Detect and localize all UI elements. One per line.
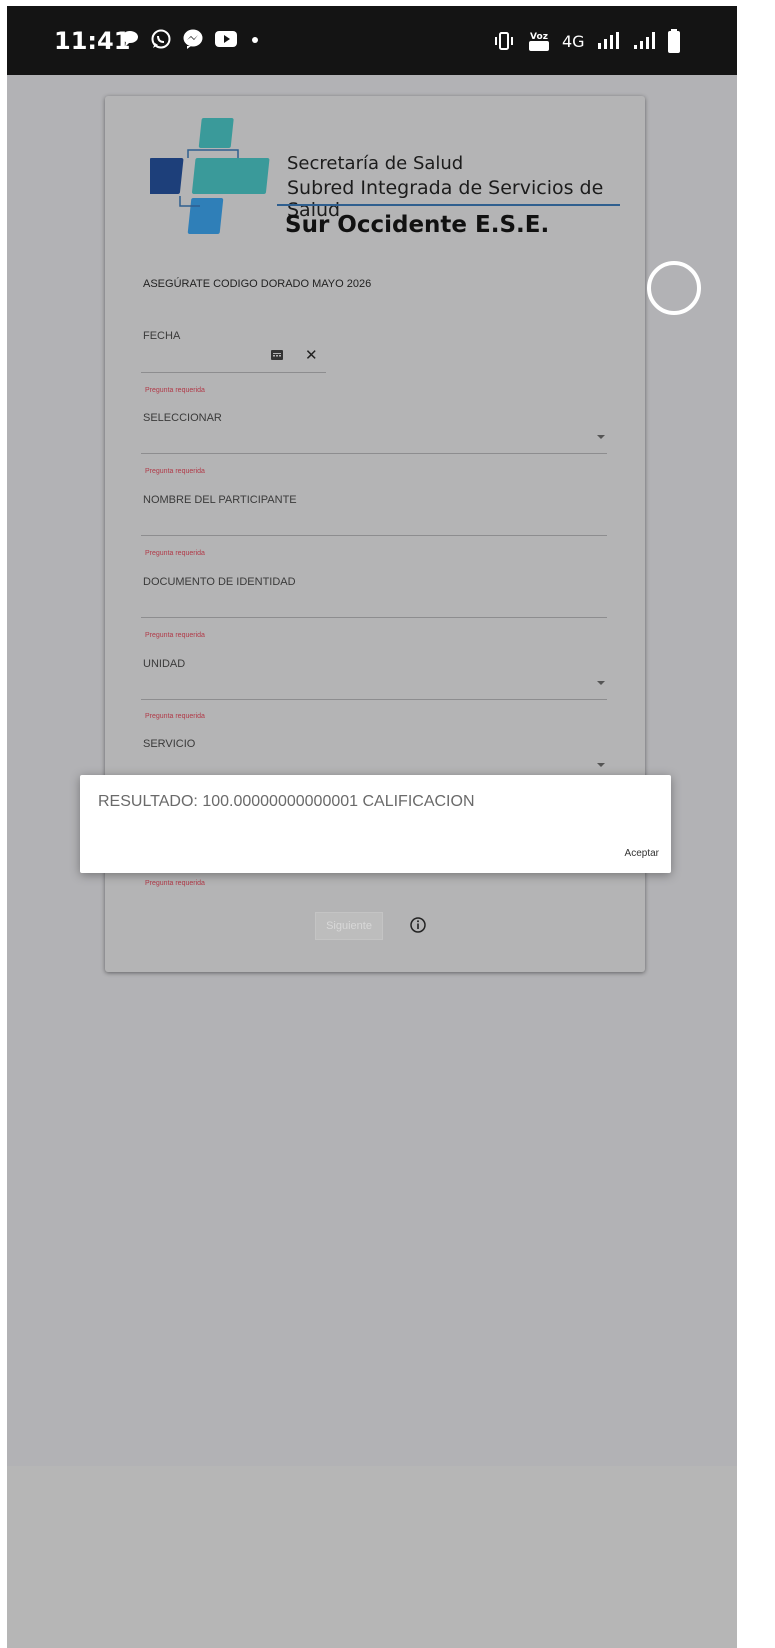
- phone-screen: 11:41 Voz 4G Secretaría de Salud Subred …: [7, 6, 737, 1648]
- floating-touch-button[interactable]: [647, 261, 701, 315]
- chat-bubble-icon: [120, 29, 140, 49]
- chevron-down-icon: [597, 681, 605, 685]
- whatsapp-icon: [150, 28, 172, 50]
- select-seleccionar[interactable]: [141, 453, 607, 454]
- dialog-message: RESULTADO: 100.00000000000001 CALIFICACI…: [98, 793, 475, 810]
- youtube-icon: [214, 29, 238, 49]
- signal-icon: [631, 30, 657, 52]
- result-dialog: RESULTADO: 100.00000000000001 CALIFICACI…: [80, 775, 671, 873]
- select-unidad[interactable]: [141, 699, 607, 700]
- field-label-seleccionar: SELECCIONAR: [143, 412, 222, 424]
- logo-line3: Sur Occidente E.S.E.: [285, 212, 550, 238]
- required-message: Pregunta requerida: [145, 387, 205, 394]
- field-label-nombre: NOMBRE DEL PARTICIPANTE: [143, 494, 297, 506]
- required-message: Pregunta requerida: [145, 550, 205, 557]
- chevron-down-icon: [597, 763, 605, 767]
- required-message: Pregunta requerida: [145, 713, 205, 720]
- network-4g-icon: 4G: [562, 32, 585, 51]
- logo: Secretaría de Salud Subred Integrada de …: [150, 116, 620, 246]
- battery-icon: [667, 28, 681, 54]
- clear-date-icon[interactable]: ✕: [305, 346, 318, 364]
- accept-button[interactable]: Aceptar: [625, 848, 659, 859]
- field-label-fecha: FECHA: [143, 330, 181, 342]
- logo-mark-icon: [150, 118, 270, 234]
- signal-icon: [595, 30, 621, 52]
- calendar-icon[interactable]: [271, 349, 283, 360]
- logo-divider: [277, 204, 620, 206]
- network-label: 4G: [562, 31, 585, 51]
- logo-line1: Secretaría de Salud: [287, 153, 464, 174]
- dot-icon: [248, 29, 262, 49]
- required-message: Pregunta requerida: [145, 632, 205, 639]
- status-bar: 11:41 Voz 4G: [7, 6, 737, 75]
- chevron-down-icon: [597, 435, 605, 439]
- field-label-documento: DOCUMENTO DE IDENTIDAD: [143, 576, 296, 588]
- next-button[interactable]: Siguiente: [315, 912, 383, 940]
- field-label-servicio: SERVICIO: [143, 738, 196, 750]
- volte-icon: Voz: [526, 29, 552, 53]
- info-icon[interactable]: [409, 916, 427, 934]
- messenger-icon: [182, 28, 204, 50]
- status-time: 11:41: [54, 27, 131, 55]
- volte-label: Voz: [530, 32, 548, 42]
- vibrate-icon: [492, 30, 516, 52]
- required-message: Pregunta requerida: [145, 468, 205, 475]
- input-documento[interactable]: [141, 617, 607, 618]
- navigation-area: [7, 1466, 737, 1648]
- required-message: Pregunta requerida: [145, 880, 205, 887]
- form-title: ASEGÚRATE CODIGO DORADO MAYO 2026: [143, 278, 372, 290]
- date-input[interactable]: [141, 372, 326, 373]
- input-nombre[interactable]: [141, 535, 607, 536]
- field-label-unidad: UNIDAD: [143, 658, 186, 670]
